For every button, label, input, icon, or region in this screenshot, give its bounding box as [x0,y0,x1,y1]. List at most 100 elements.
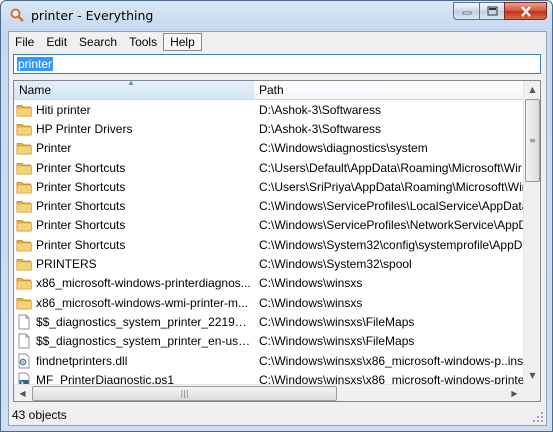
name-cell: Printer [14,140,254,156]
table-row[interactable]: Printer Shortcuts C:\Windows\System32\con… [14,235,523,254]
path-cell: C:\Windows\winsxs\x86_microsoft-windows-… [259,353,523,368]
app-window: printer - Everything File Edit Search To… [0,0,553,432]
folder-icon [16,295,32,311]
file-name: Printer [36,141,72,156]
path-cell: C:\Windows\ServiceProfiles\NetworkServic… [259,218,523,233]
name-cell: Printer Shortcuts [14,237,254,253]
maximize-icon [487,6,497,16]
status-bar: 43 objects [9,405,546,425]
folder-icon [16,160,32,176]
results-list[interactable]: ▲ Name Path Hiti printer D:\Ashok-3\Softw… [13,80,541,402]
status-text: 43 objects [12,408,67,422]
file-name: PRINTERS [36,257,97,272]
file-name: Printer Shortcuts [36,179,126,194]
menu-help[interactable]: Help [163,32,202,51]
column-header-path[interactable]: Path [254,81,523,99]
file-name: Printer Shortcuts [36,218,126,233]
folder-icon [16,198,32,214]
scroll-right-button[interactable]: ▶ [506,385,523,401]
scroll-up-button[interactable]: ▲ [524,81,540,98]
table-row[interactable]: PRINTERS C:\Windows\System32\spool [14,254,523,273]
menu-edit[interactable]: Edit [40,33,73,51]
table-row[interactable]: Printer Shortcuts C:\Windows\ServiceProfi… [14,216,523,235]
name-cell: $$_diagnostics_system_printer_22190c3... [14,314,254,330]
file-name: Printer Shortcuts [36,160,126,175]
table-row[interactable]: HP Printer Drivers D:\Ashok-3\Softwaress [14,119,523,138]
file-name: Hiti printer [36,102,91,117]
client-area: File Edit Search Tools Help printer ▲ Na… [8,31,547,426]
search-input[interactable]: printer [13,54,541,74]
folder-icon [16,275,32,291]
horizontal-scrollbar[interactable]: ◀ ||| ▶ [14,384,523,401]
name-cell: Hiti printer [14,102,254,118]
folder-icon [16,217,32,233]
menu-tools[interactable]: Tools [123,33,163,51]
table-row[interactable]: Hiti printer D:\Ashok-3\Softwaress [14,100,523,119]
menu-file[interactable]: File [9,33,40,51]
name-cell: HP Printer Drivers [14,121,254,137]
file-name: $$_diagnostics_system_printer_en-us_2... [36,334,252,349]
table-row[interactable]: Printer Shortcuts C:\Windows\ServiceProfi… [14,196,523,215]
path-cell: C:\Windows\diagnostics\system [259,141,428,156]
name-cell: PRINTERS [14,256,254,272]
scroll-left-button[interactable]: ◀ [14,385,31,401]
name-cell: x86_microsoft-windows-wmi-printer-m... [14,295,254,311]
search-input-value: printer [17,57,54,71]
file-name: HP Printer Drivers [36,121,133,136]
file-icon [16,333,32,349]
path-cell: C:\Windows\winsxs [259,295,363,310]
menu-search[interactable]: Search [73,33,123,51]
dll-icon [16,353,32,369]
file-name: findnetprinters.dll [36,353,128,368]
name-cell: Printer Shortcuts [14,160,254,176]
path-cell: C:\Windows\System32\spool [259,257,412,272]
path-cell: C:\Windows\ServiceProfiles\LocalService\… [259,199,523,214]
file-name: x86_microsoft-windows-wmi-printer-m... [36,295,249,310]
table-row[interactable]: findnetprinters.dll C:\Windows\winsxs\x86… [14,351,523,370]
column-header-name[interactable]: ▲ Name [14,81,254,99]
maximize-button[interactable] [479,2,504,20]
result-rows: Hiti printer D:\Ashok-3\Softwaress HP Prin… [14,100,523,389]
sort-ascending-icon: ▲ [127,80,135,87]
name-cell: Printer Shortcuts [14,217,254,233]
path-cell: C:\Windows\winsxs\FileMaps [259,334,415,349]
name-cell: x86_microsoft-windows-printerdiagnos... [14,275,254,291]
resize-grip-icon[interactable] [532,411,544,423]
search-app-icon [10,8,24,22]
close-button[interactable] [504,2,547,20]
table-row[interactable]: Printer C:\Windows\diagnostics\system [14,139,523,158]
minimize-button[interactable] [453,2,479,20]
horizontal-scroll-thumb[interactable]: ||| [32,386,337,401]
scroll-down-button[interactable]: ▼ [524,367,540,384]
column-header: ▲ Name Path [14,81,523,100]
table-row[interactable]: x86_microsoft-windows-wmi-printer-m... C:… [14,293,523,312]
path-cell: D:\Ashok-3\Softwaress [259,121,382,136]
vertical-scroll-thumb[interactable]: ≡ [525,99,540,182]
file-name: x86_microsoft-windows-printerdiagnos... [36,276,251,291]
column-name-label: Name [19,83,52,97]
folder-icon [16,102,32,118]
file-icon [16,314,32,330]
folder-icon [16,121,32,137]
title-bar[interactable]: printer - Everything [1,1,552,31]
name-cell: $$_diagnostics_system_printer_en-us_2... [14,333,254,349]
name-cell: Printer Shortcuts [14,179,254,195]
window-title: printer - Everything [31,8,154,23]
path-cell: C:\Users\SriPriya\AppData\Roaming\Micros… [259,179,523,194]
file-name: Printer Shortcuts [36,199,126,214]
folder-icon [16,237,32,253]
path-cell: C:\Windows\winsxs [259,276,363,291]
scrollbar-corner [523,384,540,401]
name-cell: Printer Shortcuts [14,198,254,214]
table-row[interactable]: Printer Shortcuts C:\Users\SriPriya\AppDa… [14,177,523,196]
table-row[interactable]: Printer Shortcuts C:\Users\Default\AppDat… [14,158,523,177]
table-row[interactable]: x86_microsoft-windows-printerdiagnos... C… [14,274,523,293]
table-row[interactable]: $$_diagnostics_system_printer_22190c3...… [14,312,523,331]
table-row[interactable]: $$_diagnostics_system_printer_en-us_2...… [14,332,523,351]
file-name: Printer Shortcuts [36,237,126,252]
minimize-icon [462,11,471,15]
folder-icon [16,140,32,156]
vertical-scrollbar[interactable]: ▲ ≡ ▼ [523,81,540,384]
path-cell: C:\Windows\System32\config\systemprofile… [259,237,523,252]
name-cell: findnetprinters.dll [14,353,254,369]
